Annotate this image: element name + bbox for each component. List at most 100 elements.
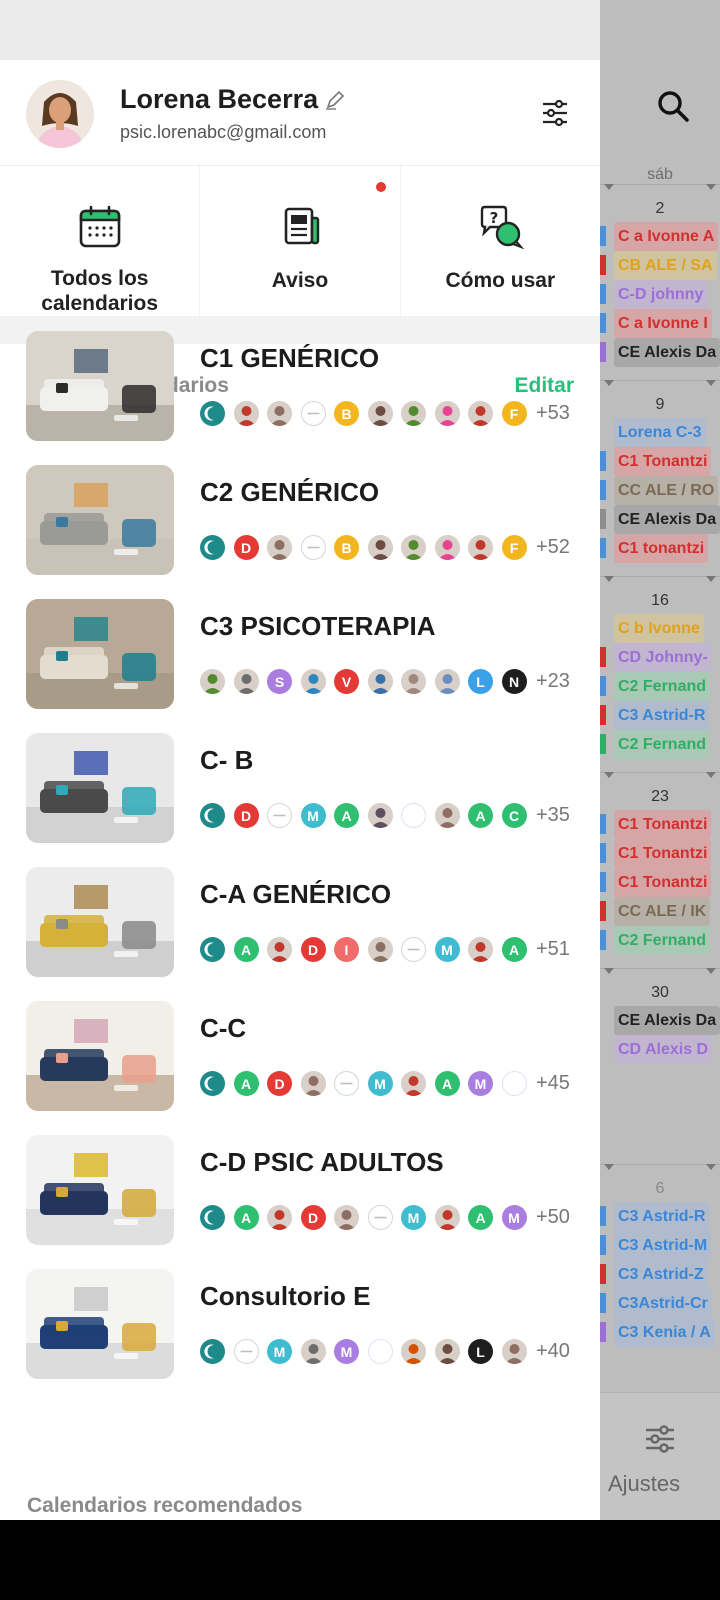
calendar-event[interactable]: C3 Astrid-Z xyxy=(600,1260,720,1289)
week-cell[interactable]: 9 Lorena C-3 C1 Tonantzi CC ALE / RO CE Alex… xyxy=(600,392,720,563)
event-title: C2 Fernand xyxy=(614,730,711,759)
calendar-event[interactable]: C2 Fernand xyxy=(600,672,720,701)
notice-label: Aviso xyxy=(271,269,329,292)
notice-button[interactable]: Aviso xyxy=(200,166,400,316)
calendar-event[interactable]: CE Alexis Da xyxy=(600,338,720,367)
more-members-count: +51 xyxy=(536,938,570,960)
event-edge xyxy=(600,538,606,558)
settings-tab[interactable]: Ajustes xyxy=(600,1392,720,1520)
calendar-list-item[interactable]: C-D PSIC ADULTOS A D M A M +50 xyxy=(0,1124,600,1258)
event-title: Lorena C-3 xyxy=(614,418,706,447)
event-title: CD Alexis D xyxy=(614,1035,713,1064)
day-number: 23 xyxy=(651,788,669,805)
calendar-list-item[interactable]: C1 GENÉRICO B F +53 xyxy=(0,320,600,454)
event-title: C1 tonantzi xyxy=(614,534,709,563)
filter-settings-icon[interactable] xyxy=(540,98,570,128)
profile-name-row[interactable]: Lorena Becerra xyxy=(120,84,346,115)
member-logo-avatar xyxy=(200,1071,225,1096)
calendar-list: C1 GENÉRICO B F +53 C2 GENÉRICO D B F +52 C3 PSIC… xyxy=(0,331,600,1392)
avatar[interactable] xyxy=(26,80,94,148)
event-title: C3 Astrid-R xyxy=(614,1202,710,1231)
calendar-event[interactable]: C1 Tonantzi xyxy=(600,868,720,897)
calendar-event[interactable]: C1 Tonantzi xyxy=(600,810,720,839)
event-edge xyxy=(600,226,606,246)
calendar-event[interactable]: C3 Astrid-R xyxy=(600,1202,720,1231)
day-number: 9 xyxy=(655,396,665,413)
week-cell[interactable]: 2 C a Ivonne A CB ALE / SA C-D johnny C a Iv… xyxy=(600,196,720,367)
event-title: CC ALE / IK xyxy=(614,897,711,926)
notification-badge xyxy=(375,182,386,192)
week-separator xyxy=(600,772,720,773)
calendar-event[interactable]: C3 Astrid-M xyxy=(600,1231,720,1260)
more-members-count: +52 xyxy=(536,536,570,558)
calendar-event[interactable]: C b Ivonne xyxy=(600,614,720,643)
calendar-list-item[interactable]: C2 GENÉRICO D B F +52 xyxy=(0,454,600,588)
member-photo-avatar xyxy=(200,669,225,694)
week-cell[interactable]: 23 C1 Tonantzi C1 Tonantzi C1 Tonantzi CC AL… xyxy=(600,784,720,955)
calendar-event[interactable]: CD Alexis D xyxy=(600,1035,720,1064)
week-tick xyxy=(706,184,716,190)
calendar-members: D M A A C +35 xyxy=(200,803,570,828)
calendar-list-item[interactable]: C- B D M A A C +35 xyxy=(0,722,600,856)
calendar-event[interactable]: CE Alexis Da xyxy=(600,1006,720,1035)
calendar-event[interactable]: CD Johnny- xyxy=(600,643,720,672)
calendar-list-item[interactable]: C-A GENÉRICO A D I M A +51 xyxy=(0,856,600,990)
calendar-event[interactable]: C1 tonantzi xyxy=(600,534,720,563)
calendar-event[interactable]: CE Alexis Da xyxy=(600,505,720,534)
edit-pencil-icon[interactable] xyxy=(324,89,346,111)
member-photo-avatar xyxy=(401,535,426,560)
member-photo-avatar xyxy=(267,401,292,426)
event-title: CE Alexis Da xyxy=(614,1006,720,1035)
member-initial-avatar: A xyxy=(434,1071,460,1096)
member-initial-avatar: M xyxy=(334,1339,359,1364)
week-cell[interactable]: 6 C3 Astrid-R C3 Astrid-M C3 Astrid-Z C3Astr… xyxy=(600,1176,720,1347)
week-tick xyxy=(706,380,716,386)
event-edge xyxy=(600,480,606,500)
day-number: 6 xyxy=(655,1180,665,1197)
calendar-event[interactable]: C1 Tonantzi xyxy=(600,447,720,476)
how-to-use-label: Cómo usar xyxy=(445,269,556,292)
calendar-event[interactable]: C1 Tonantzi xyxy=(600,839,720,868)
calendar-event[interactable]: CB ALE / SA xyxy=(600,251,720,280)
profile-name: Lorena Becerra xyxy=(120,84,319,114)
calendar-list-item[interactable]: Consultorio E M M L +40 xyxy=(0,1258,600,1392)
quick-actions: Todos los calendarios Aviso ? Cómo usar xyxy=(0,166,600,344)
calendar-event[interactable]: C-D johnny xyxy=(600,280,720,309)
help-chat-icon: ? xyxy=(481,205,525,250)
calendar-list-item[interactable]: C3 PSICOTERAPIA S V L N +23 xyxy=(0,588,600,722)
member-photo-avatar xyxy=(267,535,292,560)
calendar-event[interactable]: CC ALE / RO xyxy=(600,476,720,505)
calendar-event[interactable]: C3Astrid-Cr xyxy=(600,1289,720,1318)
member-photo-avatar xyxy=(367,803,393,828)
member-initial-avatar: A xyxy=(501,937,527,962)
calendar-event[interactable]: CC ALE / IK xyxy=(600,897,720,926)
calendar-event[interactable]: Lorena C-3 xyxy=(600,418,720,447)
member-logo-avatar xyxy=(200,401,225,426)
all-calendars-button[interactable]: Todos los calendarios xyxy=(0,166,200,316)
member-initial-avatar: C xyxy=(501,803,527,828)
svg-text:?: ? xyxy=(490,209,499,227)
calendar-event[interactable]: C2 Fernand xyxy=(600,730,720,759)
event-edge xyxy=(600,872,606,892)
more-members-count: +50 xyxy=(536,1206,570,1228)
event-edge xyxy=(600,930,606,950)
event-title: CB ALE / SA xyxy=(614,251,717,280)
calendar-event[interactable]: C a Ivonne A xyxy=(600,222,720,251)
event-edge xyxy=(600,1206,606,1226)
calendar-icon xyxy=(79,205,120,248)
week-cell[interactable]: 30 CE Alexis Da CD Alexis D xyxy=(600,980,720,1064)
member-logo-avatar xyxy=(200,535,225,560)
calendar-event[interactable]: C2 Fernand xyxy=(600,926,720,955)
member-photo-avatar xyxy=(300,1071,326,1096)
calendar-event[interactable]: C3 Astrid-R xyxy=(600,701,720,730)
profile-header[interactable]: Lorena Becerra psic.lorenabc@gmail.com xyxy=(0,60,600,166)
search-icon[interactable] xyxy=(655,88,691,124)
calendar-list-item[interactable]: C-C A D M A M +45 xyxy=(0,990,600,1124)
how-to-use-button[interactable]: ? Cómo usar xyxy=(400,166,600,316)
calendar-event[interactable]: C a Ivonne I xyxy=(600,309,720,338)
member-initial-avatar: D xyxy=(300,937,326,962)
member-logo-avatar xyxy=(200,1205,225,1230)
calendar-event[interactable]: C3 Kenia / A xyxy=(600,1318,720,1347)
member-outline-avatar xyxy=(300,535,326,560)
week-cell[interactable]: 16 C b Ivonne CD Johnny- C2 Fernand C3 Astri… xyxy=(600,588,720,759)
